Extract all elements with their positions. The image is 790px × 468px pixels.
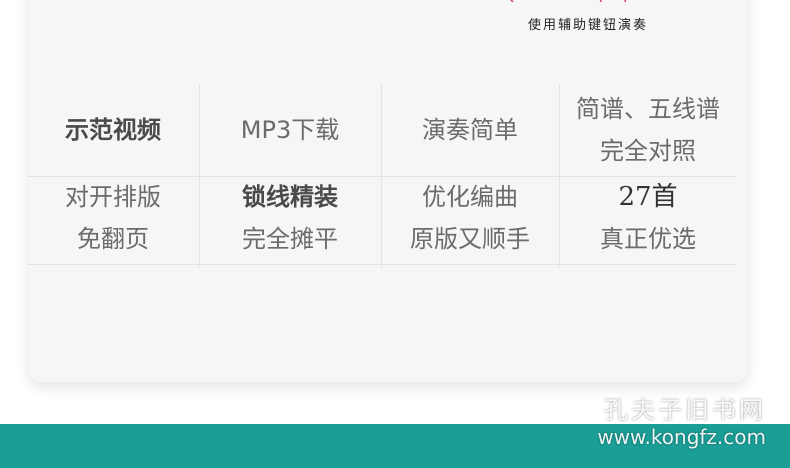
feature-line: 完全对照 — [600, 137, 696, 165]
feature-line: 示范视频 — [65, 116, 161, 144]
feature-line: 免翻页 — [77, 225, 149, 253]
feature-spread-layout: 对开排版 免翻页 — [28, 172, 198, 264]
features-row-2: 对开排版 免翻页 锁线精装 完全摊平 优化编曲 原版又顺手 27首 真正优选 — [28, 172, 736, 265]
watermark: 孔夫子旧书网 www.kongfz.com — [597, 396, 766, 450]
feature-notation-compare: 简谱、五线谱 完全对照 — [560, 84, 736, 176]
feature-song-count: 27首 真正优选 — [560, 172, 736, 264]
features-row-1: 示范视频 MP3下载 演奏简单 简谱、五线谱 完全对照 — [28, 84, 736, 177]
feature-line: 演奏简单 — [422, 116, 518, 144]
features-grid: 示范视频 MP3下载 演奏简单 简谱、五线谱 完全对照 对开排版 免翻页 锁线精… — [28, 84, 736, 268]
watermark-url: www.kongfz.com — [597, 425, 766, 449]
feature-line: 27首 — [618, 182, 678, 212]
feature-mp3-download: MP3下载 — [200, 84, 380, 176]
staff-caption: 使用辅助键钮演奏 — [527, 18, 648, 33]
feature-line: 优化编曲 — [422, 183, 518, 211]
feature-optimized-arrangement: 优化编曲 原版又顺手 — [382, 172, 558, 264]
music-staff-image: ( 𝄢 — [143, 0, 753, 2]
feature-line: 简谱、五线谱 — [576, 95, 720, 123]
staff-notation-icon: ( 𝄢 — [510, 0, 627, 2]
feature-line: 原版又顺手 — [410, 225, 530, 253]
feature-lay-flat-binding: 锁线精装 完全摊平 — [200, 172, 380, 264]
watermark-title: 孔夫子旧书网 — [604, 396, 766, 424]
feature-line: 真正优选 — [600, 225, 696, 253]
feature-demo-video: 示范视频 — [28, 84, 198, 176]
feature-line: 完全摊平 — [242, 225, 338, 253]
feature-line: MP3下载 — [240, 116, 340, 144]
feature-line: 锁线精装 — [242, 183, 338, 211]
feature-line: 对开排版 — [65, 183, 161, 211]
feature-easy-play: 演奏简单 — [382, 84, 558, 176]
